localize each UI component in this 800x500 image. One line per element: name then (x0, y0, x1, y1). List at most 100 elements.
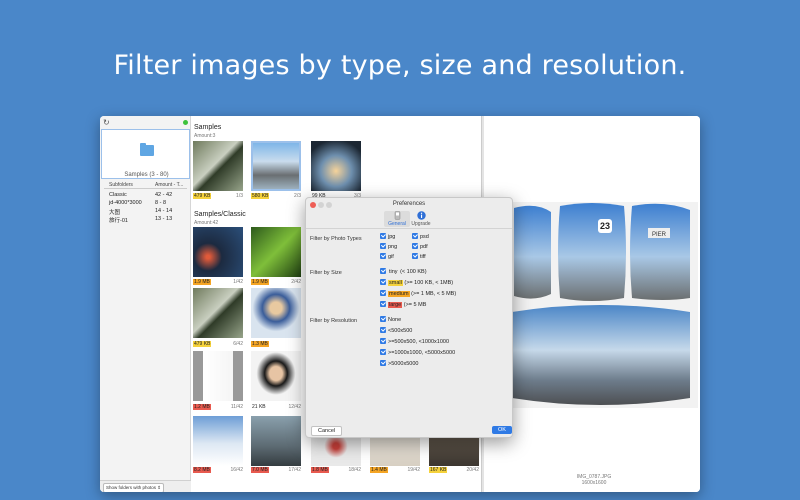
checkbox[interactable] (380, 279, 386, 285)
resolution-checkbox[interactable]: <500x500 (380, 327, 412, 334)
size-filter-label: Filter by Size (310, 270, 342, 276)
resolution-label: >=1000x1000, <5000x5000 (388, 350, 456, 356)
size-range: (< 100 KB) (400, 269, 427, 275)
type-checkbox[interactable]: gif (380, 253, 394, 260)
thumbnail[interactable] (193, 227, 243, 277)
size-badge: 167 KB (429, 467, 448, 473)
thumbnail[interactable] (251, 351, 301, 401)
index-label: 12/42 (288, 404, 301, 410)
checkbox[interactable] (380, 243, 386, 249)
subfolder-count: 14 - 14 (155, 208, 173, 214)
resolution-checkbox[interactable]: >=1000x1000, <5000x5000 (380, 349, 455, 356)
size-badge: 21 KB (252, 404, 266, 410)
thumb-caption: 167 KB 20/42 (429, 467, 479, 473)
thumbnail[interactable] (193, 351, 243, 401)
thumbnail[interactable] (251, 416, 301, 466)
checkbox[interactable] (380, 316, 386, 322)
size-checkbox[interactable]: small (>= 100 KB, < 1MB) (380, 279, 453, 286)
size-badge: 479 KB (193, 341, 212, 347)
size-checkbox[interactable]: large (>= 5 MB (380, 301, 426, 308)
checkbox[interactable] (380, 268, 386, 274)
thumbnail[interactable] (193, 288, 243, 338)
type-label: jpg (388, 234, 396, 240)
tab-upgrade[interactable]: Upgrade (408, 211, 434, 227)
checkbox[interactable] (412, 243, 418, 249)
checkbox[interactable] (380, 349, 386, 355)
switch-icon (394, 211, 400, 220)
size-name: tiny (389, 269, 398, 275)
pier-number: 23 (600, 221, 610, 231)
subfolder-row[interactable]: 旅行-01 13 - 13 (109, 216, 187, 224)
size-badge: 1.8 MB (311, 467, 329, 473)
size-range: (>= 1 MB, < 5 MB) (411, 291, 457, 297)
checkbox[interactable] (380, 301, 386, 307)
checkbox[interactable] (380, 233, 386, 239)
checkbox[interactable] (380, 253, 386, 259)
tab-label: General (388, 221, 406, 227)
resolution-label: <500x500 (388, 328, 413, 334)
index-label: 1/3 (236, 193, 243, 199)
subfolder-name: jd-4000*3000 (109, 200, 142, 206)
type-checkbox[interactable]: pdf (412, 243, 428, 250)
type-label: tiff (420, 254, 426, 260)
ok-button[interactable]: OK (492, 426, 512, 434)
size-range: (>= 5 MB (403, 302, 427, 308)
type-checkbox[interactable]: tiff (412, 253, 426, 260)
subfolder-count: 13 - 13 (155, 216, 173, 222)
thumbnail[interactable] (193, 141, 243, 191)
group-amount: Amount:3 (194, 133, 216, 139)
size-badge: 8.2 MB (193, 467, 211, 473)
thumbnail[interactable] (251, 227, 301, 277)
thumbnail[interactable] (311, 141, 361, 191)
show-folders-select[interactable]: Show folders with photos ⇕ (103, 483, 165, 492)
folder-card[interactable]: Samples (3 - 80) (101, 129, 190, 179)
type-checkbox[interactable]: jpg (380, 233, 395, 240)
index-label: 20/42 (466, 467, 479, 473)
dialog-title: Preferences (392, 201, 426, 207)
size-badge: 580 KB (251, 193, 270, 199)
resolution-label: None (388, 317, 402, 323)
index-label: 17/42 (288, 467, 301, 473)
checkbox[interactable] (380, 327, 386, 333)
size-checkbox[interactable]: tiny (< 100 KB) (380, 268, 427, 275)
checkbox[interactable] (380, 360, 386, 366)
thumb-caption: 7.0 MB 17/42 (251, 467, 301, 473)
sidebar: ↻ Samples (3 - 80) Subfolders Amount - T… (100, 116, 191, 492)
tab-general[interactable]: General (384, 211, 410, 227)
resolution-label: >5000x5000 (388, 361, 419, 367)
subfolder-name: 旅行-01 (109, 218, 128, 224)
thumb-caption: 1.9 MB 1/42 (193, 279, 243, 285)
subfolder-row[interactable]: jd-4000*3000 8 - 8 (109, 200, 187, 206)
preview-dimensions: 1600x1600 (581, 480, 607, 486)
thumbnail[interactable] (193, 416, 243, 466)
index-label: 11/42 (230, 404, 243, 410)
thumbnail[interactable] (251, 288, 301, 338)
resolution-checkbox[interactable]: >=500x500, <1000x1000 (380, 338, 449, 345)
checkbox[interactable] (380, 338, 386, 344)
thumbnail[interactable] (251, 141, 301, 191)
subfolder-row[interactable]: 大图 14 - 14 (109, 208, 187, 216)
size-name: medium (388, 291, 410, 297)
cancel-button[interactable]: Cancel (311, 426, 343, 436)
type-checkbox[interactable]: psd (412, 233, 429, 240)
size-badge: 479 KB (193, 193, 212, 199)
resolution-checkbox[interactable]: >5000x5000 (380, 360, 418, 367)
checkbox[interactable] (412, 233, 418, 239)
index-label: 1/42 (233, 279, 243, 285)
subfolder-name: Classic (109, 192, 127, 198)
subfolder-row[interactable]: Classic 42 - 42 (109, 192, 187, 198)
thumb-caption: 1.8 MB 18/42 (311, 467, 361, 473)
refresh-icon[interactable]: ↻ (103, 118, 110, 127)
type-checkbox[interactable]: png (380, 243, 397, 250)
headline: Filter images by type, size and resoluti… (113, 50, 687, 81)
checkbox[interactable] (380, 290, 386, 296)
resolution-checkbox[interactable]: None (380, 316, 401, 323)
resolution-label: >=500x500, <1000x1000 (388, 339, 450, 345)
checkbox[interactable] (412, 253, 418, 259)
pier-sign: PIER (652, 232, 667, 238)
size-badge: 1.4 MB (370, 467, 388, 473)
resolution-filter-label: Filter by Resolution (310, 318, 358, 324)
tab-bar: General Upgrade (306, 209, 512, 229)
size-checkbox[interactable]: medium (>= 1 MB, < 5 MB) (380, 290, 456, 297)
divider (104, 188, 187, 189)
